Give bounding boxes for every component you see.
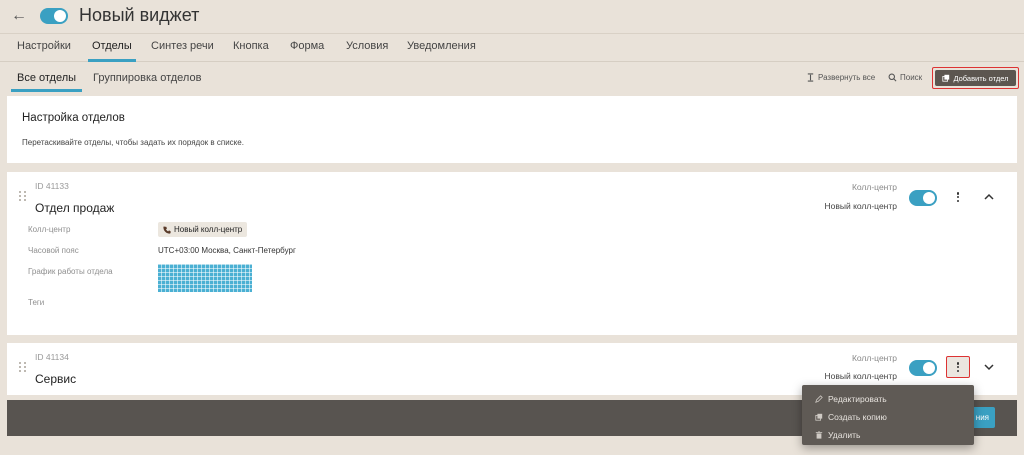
menu-item-edit[interactable]: Редактировать (802, 390, 974, 408)
tab-speech-synthesis[interactable]: Синтез речи (151, 40, 214, 52)
search-label: Поиск (900, 73, 923, 82)
department-toggle[interactable] (909, 360, 937, 376)
menu-item-label: Редактировать (828, 394, 887, 404)
page-header: ← Новый виджет (0, 0, 1024, 34)
department-card: ID 41133 Отдел продаж Колл-центр Новый к… (7, 172, 1017, 335)
tab-form[interactable]: Форма (290, 40, 324, 52)
expand-icon (807, 73, 814, 82)
add-department-button[interactable]: Добавить отдел (935, 70, 1016, 86)
call-center-label: Колл-центр (851, 353, 897, 363)
search-icon (888, 73, 897, 82)
drag-handle-icon[interactable] (19, 191, 27, 201)
widget-toggle[interactable] (40, 8, 68, 24)
copy-icon (942, 74, 950, 82)
field-label-call-center: Колл-центр (28, 225, 71, 234)
schedule-grid (158, 264, 252, 292)
chevron-down-icon[interactable] (983, 361, 995, 373)
context-menu: Редактировать Создать копию Удалить (802, 385, 974, 445)
arrow-left-icon[interactable]: ← (11, 7, 29, 25)
drag-handle-icon[interactable] (19, 362, 27, 372)
sub-toolbar: Все отделы Группировка отделов Развернут… (0, 62, 1024, 94)
more-vertical-icon[interactable] (952, 360, 964, 374)
call-center-chip[interactable]: Новый колл-центр (158, 222, 248, 237)
call-center-value: Новый колл-центр (824, 371, 897, 381)
field-label-schedule: График работы отдела (28, 267, 113, 276)
info-title: Настройка отделов (22, 112, 125, 124)
menu-item-copy[interactable]: Создать копию (802, 408, 974, 426)
page-title: Новый виджет (79, 5, 200, 25)
phone-icon (163, 225, 171, 234)
subtab-all-departments[interactable]: Все отделы (10, 72, 83, 92)
department-name: Сервис (35, 372, 77, 386)
tab-conditions[interactable]: Условия (346, 40, 388, 52)
menu-item-delete[interactable]: Удалить (802, 426, 974, 444)
menu-item-label: Создать копию (828, 412, 887, 422)
tab-button[interactable]: Кнопка (233, 40, 269, 52)
pencil-icon (815, 395, 823, 403)
menu-item-label: Удалить (828, 430, 861, 440)
info-panel: Настройка отделов Перетаскивайте отделы,… (7, 96, 1017, 163)
trash-icon (815, 431, 823, 439)
expand-all-button[interactable]: Развернуть все (806, 73, 875, 82)
copy-icon (815, 413, 823, 421)
chevron-up-icon[interactable] (983, 191, 995, 203)
info-description: Перетаскивайте отделы, чтобы задать их п… (22, 138, 244, 147)
search-button[interactable]: Поиск (888, 73, 922, 82)
field-label-tags: Теги (28, 298, 45, 307)
expand-all-label: Развернуть все (818, 73, 876, 82)
main-tabs: Настройки Отделы Синтез речи Кнопка Форм… (0, 34, 1024, 62)
subtab-department-grouping[interactable]: Группировка отделов (93, 72, 201, 84)
field-label-timezone: Часовой пояс (28, 246, 79, 255)
department-id: ID 41134 (35, 352, 69, 362)
department-id: ID 41133 (35, 181, 69, 191)
call-center-chip-label: Новый колл-центр (174, 225, 243, 234)
tab-notifications[interactable]: Уведомления (407, 40, 476, 52)
timezone-value: UTC+03:00 Москва, Санкт-Петербург (158, 246, 296, 255)
add-department-label: Добавить отдел (953, 73, 1009, 83)
department-toggle[interactable] (909, 190, 937, 206)
call-center-label: Колл-центр (851, 182, 897, 192)
call-center-value: Новый колл-центр (824, 201, 897, 211)
tab-settings[interactable]: Настройки (17, 40, 71, 52)
tab-departments[interactable]: Отделы (88, 40, 136, 62)
more-vertical-icon[interactable] (952, 190, 964, 204)
department-name: Отдел продаж (35, 201, 115, 215)
